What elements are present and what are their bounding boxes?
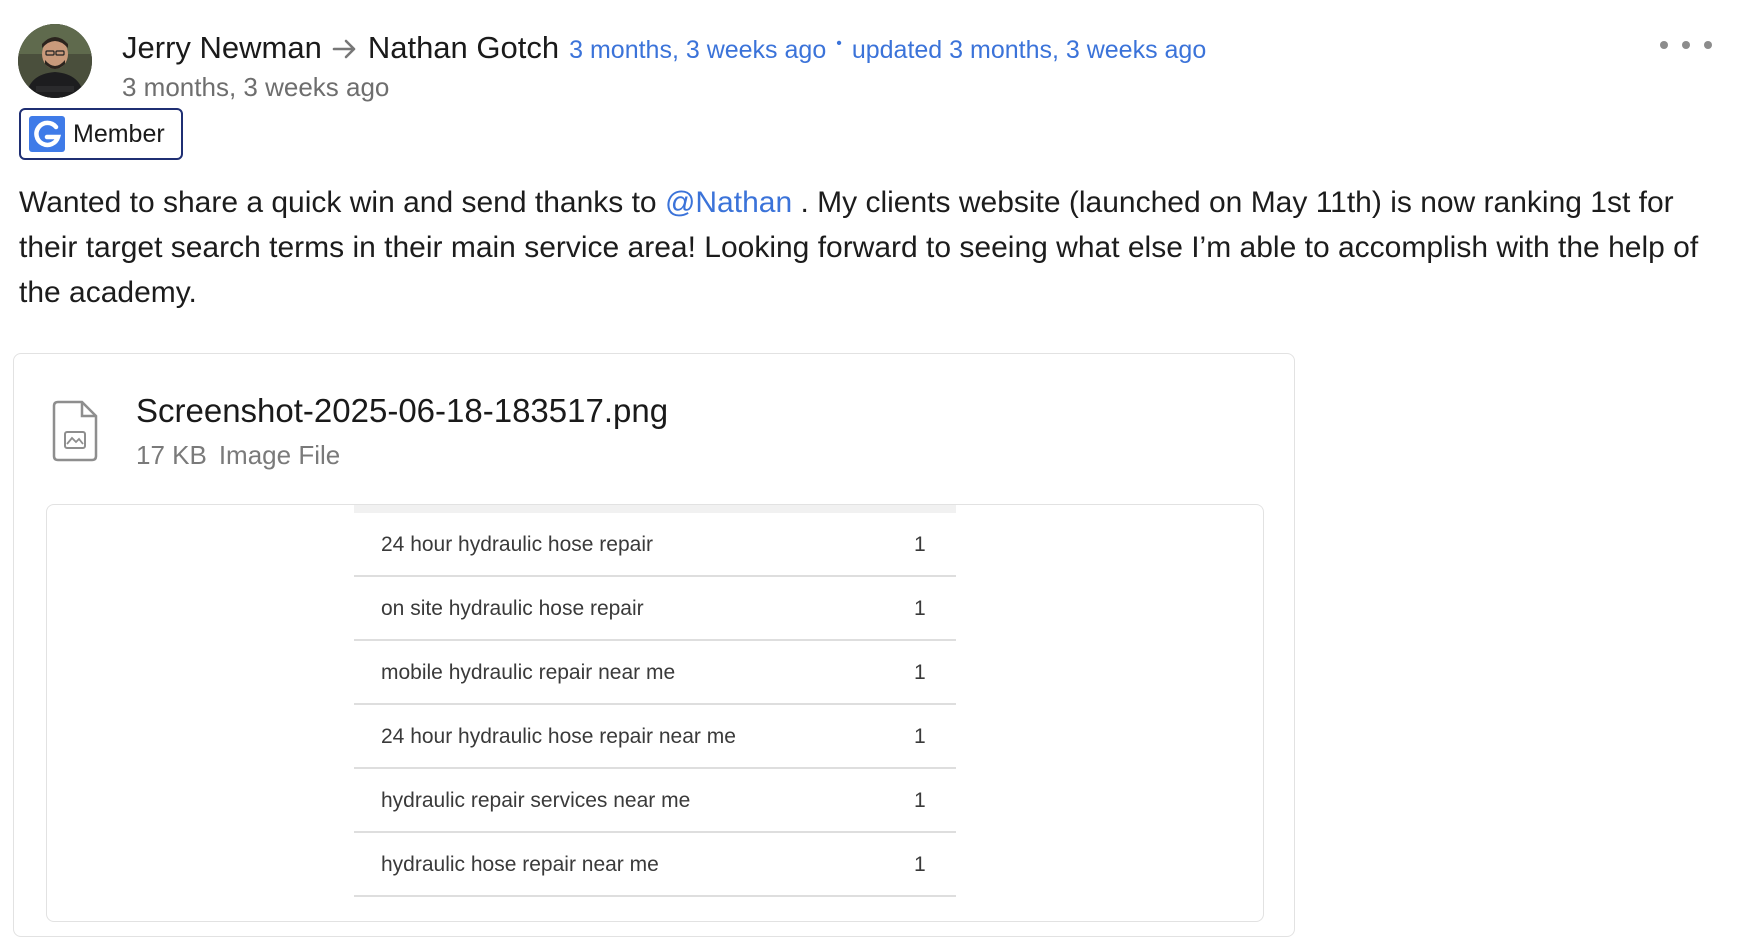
badge-label: Member [73,119,165,148]
avatar-image [18,24,92,98]
keyword-label: 24 hour hydraulic hose repair [381,533,653,556]
keyword-rank: 1 [914,533,926,556]
meta-separator: • [836,35,842,52]
member-badge[interactable]: Member [19,108,183,160]
keyword-rank: 1 [914,597,926,620]
file-meta: 17 KB Image File [136,440,340,471]
keyword-ranking-table: 24 hour hydraulic hose repair 1 on site … [354,505,956,921]
updated-time-link[interactable]: updated 3 months, 3 weeks ago [852,36,1206,65]
keyword-label: 24 hour hydraulic hose repair near me [381,725,736,748]
table-row: 24 hour hydraulic hose repair 1 [354,513,956,577]
table-row: on site hydraulic hose repair 1 [354,577,956,641]
table-row: hydraulic hose repair near me 1 [354,833,956,897]
file-name[interactable]: Screenshot-2025-06-18-183517.png [136,392,668,430]
post-header: Jerry Newman Nathan Gotch 3 months, 3 we… [122,30,1206,70]
image-file-icon [52,400,98,462]
file-size: 17 KB [136,440,207,470]
post-body: Wanted to share a quick win and send tha… [19,180,1729,315]
posted-time-link[interactable]: 3 months, 3 weeks ago [569,36,826,65]
more-dot [1660,41,1668,49]
keyword-label: on site hydraulic hose repair [381,597,644,620]
preview-top-bar [354,505,956,513]
keyword-label: hydraulic repair services near me [381,789,691,812]
keyword-label: hydraulic hose repair near me [381,853,659,876]
recipient-name[interactable]: Nathan Gotch [368,30,559,66]
image-preview[interactable]: 24 hour hydraulic hose repair 1 on site … [46,504,1264,922]
table-row: 24 hour hydraulic hose repair near me 1 [354,705,956,769]
author-name[interactable]: Jerry Newman [122,30,322,66]
keyword-label: mobile hydraulic repair near me [381,661,676,684]
post-subtime: 3 months, 3 weeks ago [122,72,390,102]
keyword-rank: 1 [914,661,926,684]
more-options-icon[interactable] [1660,30,1712,60]
right-arrow-icon [332,38,358,65]
more-dot [1682,41,1690,49]
attachment-card[interactable]: Screenshot-2025-06-18-183517.png 17 KB Im… [13,353,1295,937]
keyword-rank: 1 [914,789,926,812]
table-row: hydraulic repair services near me 1 [354,769,956,833]
table-row: mobile hydraulic repair near me 1 [354,641,956,705]
post-body-text-start: Wanted to share a quick win and send tha… [19,186,665,219]
author-avatar[interactable] [18,24,92,98]
more-dot [1704,41,1712,49]
keyword-rank: 1 [914,853,926,876]
file-type: Image File [218,440,341,470]
keyword-rank: 1 [914,725,926,748]
mention-link[interactable]: @Nathan [665,186,792,219]
brand-logo-icon [29,116,65,152]
